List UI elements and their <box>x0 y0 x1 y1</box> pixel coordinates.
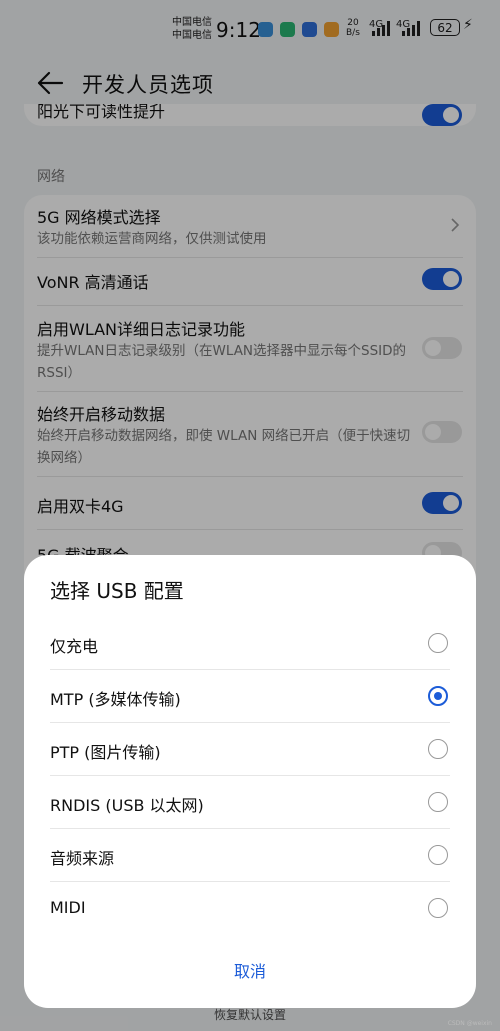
usb-option[interactable]: MTP (多媒体传输) <box>50 670 450 723</box>
option-label: 仅充电 <box>50 637 99 656</box>
option-label: MIDI <box>50 898 86 917</box>
radio-button[interactable] <box>428 898 448 918</box>
option-label: RNDIS (USB 以太网) <box>50 796 204 815</box>
usb-option[interactable]: MIDI <box>50 882 450 935</box>
dialog-title: 选择 USB 配置 <box>50 579 184 603</box>
radio-button[interactable] <box>428 792 448 812</box>
option-label: PTP (图片传输) <box>50 743 161 762</box>
option-label: MTP (多媒体传输) <box>50 690 181 709</box>
restore-defaults-link[interactable]: 恢复默认设置 <box>0 1006 500 1023</box>
usb-option[interactable]: 音频来源 <box>50 829 450 882</box>
option-label: 音频来源 <box>50 849 115 868</box>
usb-option[interactable]: RNDIS (USB 以太网) <box>50 776 450 829</box>
radio-button[interactable] <box>428 845 448 865</box>
cancel-button[interactable]: 取消 <box>200 958 300 982</box>
watermark: CSDN @weixin <box>447 1020 492 1027</box>
radio-button[interactable] <box>428 633 448 653</box>
usb-config-dialog: 选择 USB 配置 仅充电 MTP (多媒体传输) PTP (图片传输) RND… <box>24 555 476 1008</box>
radio-button-selected[interactable] <box>428 686 448 706</box>
usb-option[interactable]: PTP (图片传输) <box>50 723 450 776</box>
usb-option[interactable]: 仅充电 <box>50 617 450 670</box>
radio-button[interactable] <box>428 739 448 759</box>
